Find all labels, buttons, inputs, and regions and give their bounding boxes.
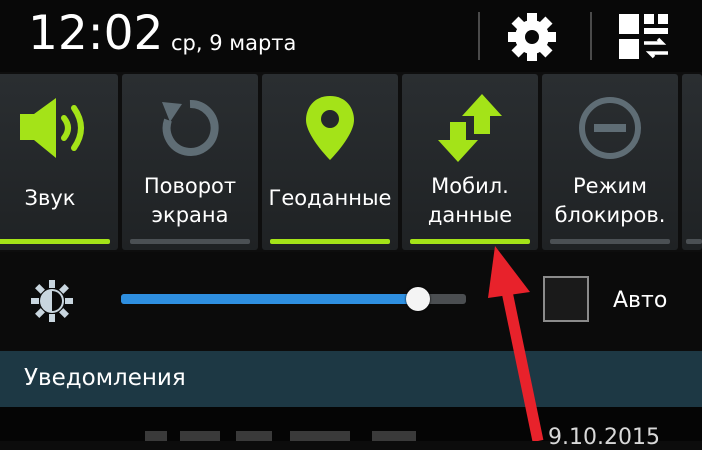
toggle-label: Звук — [24, 186, 76, 210]
toggle-location[interactable]: Геоданные — [262, 74, 398, 250]
quick-settings-panel: Звук Поворот экрана Геоданные Мобил. дан… — [0, 72, 702, 252]
gear-icon[interactable] — [503, 8, 561, 66]
brightness-slider-fill — [121, 294, 418, 304]
toggle-rotation[interactable]: Поворот экрана — [122, 74, 258, 250]
date: ср, 9 марта — [171, 31, 297, 55]
notifications-header: Уведомления — [0, 351, 702, 407]
blurred-text — [290, 431, 350, 441]
toggle-label: экрана — [151, 203, 229, 227]
auto-brightness-label: Авто — [613, 288, 668, 313]
blurred-text — [180, 431, 220, 441]
toggle-label: блокиров. — [554, 203, 666, 227]
blurred-text — [145, 431, 167, 441]
divider — [590, 12, 592, 60]
brightness-slider-thumb[interactable] — [406, 287, 430, 311]
brightness-icon — [31, 280, 73, 322]
grid-sort-icon[interactable] — [616, 11, 672, 63]
toggle-sound[interactable]: Звук — [0, 74, 118, 250]
toggle-indicator — [550, 239, 670, 244]
toggle-indicator — [0, 239, 110, 244]
toggle-indicator — [130, 239, 250, 244]
mobile-data-arrows-icon — [438, 94, 502, 162]
toggle-mobile-data[interactable]: Мобил. данные — [402, 74, 538, 250]
notification-date: 9.10.2015 — [548, 425, 660, 450]
divider — [478, 12, 480, 60]
auto-brightness-checkbox[interactable] — [543, 276, 589, 322]
notification-item[interactable]: 9.10.2015 — [0, 407, 702, 450]
toggle-indicator — [686, 239, 702, 244]
clock: 12:02 — [28, 6, 164, 61]
blurred-text — [372, 431, 416, 441]
rotate-icon — [162, 99, 219, 156]
toggle-indicator — [410, 239, 530, 244]
toggle-label: Мобил. — [431, 174, 509, 198]
toggle-indicator — [270, 239, 390, 244]
toggle-label: Режим — [573, 174, 647, 198]
brightness-row: Авто — [0, 252, 702, 350]
toggle-label: Геоданные — [268, 186, 392, 210]
notifications-title: Уведомления — [24, 365, 186, 391]
location-pin-icon — [306, 96, 354, 160]
toggle-partial[interactable] — [682, 74, 702, 250]
toggle-label: данные — [427, 203, 513, 227]
blurred-text — [236, 431, 272, 441]
block-mode-icon — [579, 97, 641, 159]
volume-icon — [20, 98, 84, 158]
toggle-label: Поворот — [143, 174, 237, 198]
status-bar: 12:02 ср, 9 марта — [0, 0, 702, 72]
toggle-blocking-mode[interactable]: Режим блокиров. — [542, 74, 678, 250]
